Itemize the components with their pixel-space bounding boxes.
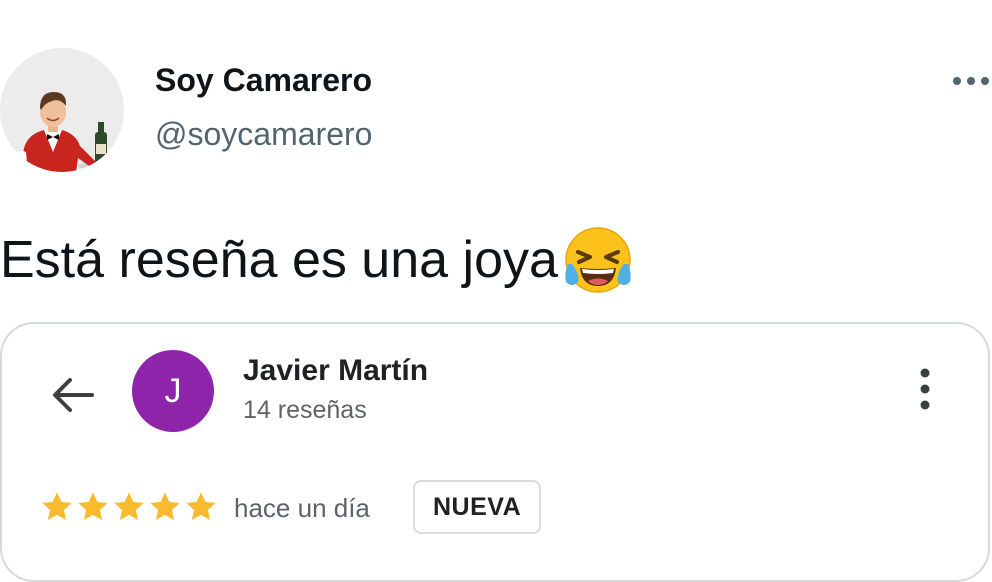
more-vertical-icon xyxy=(920,368,930,410)
tweet-more-button[interactable] xyxy=(950,64,992,98)
star-icon xyxy=(150,492,180,521)
review-more-button[interactable] xyxy=(902,364,948,414)
new-badge: NUEVA xyxy=(413,480,542,534)
star-icon xyxy=(78,492,108,521)
more-horizontal-icon xyxy=(953,77,989,85)
author-handle[interactable]: @soycamarero xyxy=(155,116,372,153)
tweet-text-content: Está reseña es una joya xyxy=(0,231,558,289)
star-icon xyxy=(186,492,216,521)
tweet-text: Está reseña es una joya xyxy=(0,222,636,298)
reviewer-name[interactable]: Javier Martín xyxy=(243,354,428,388)
star-icon xyxy=(114,492,144,521)
author-avatar[interactable] xyxy=(0,48,124,172)
reviewer-review-count: 14 reseñas xyxy=(243,396,367,424)
reviewer-avatar[interactable]: J xyxy=(132,350,214,432)
author-display-name[interactable]: Soy Camarero xyxy=(155,62,372,99)
back-button[interactable] xyxy=(48,370,98,420)
face-with-tears-of-joy-emoji-icon xyxy=(560,222,636,298)
arrow-back-icon xyxy=(53,378,94,412)
waiter-avatar-icon xyxy=(0,48,124,172)
review-date: hace un día xyxy=(234,493,370,523)
star-rating xyxy=(40,490,218,524)
review-card: J Javier Martín 14 reseñas hace un día N… xyxy=(0,322,990,582)
star-icon xyxy=(42,492,72,521)
reviewer-initial: J xyxy=(164,371,182,410)
